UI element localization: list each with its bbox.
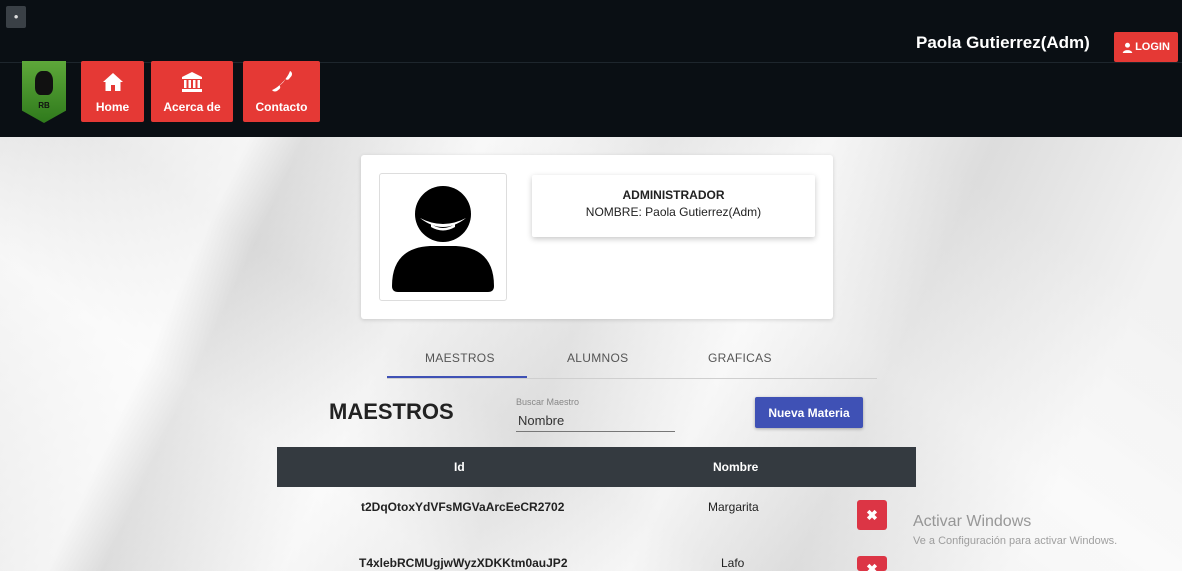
close-icon: ✖ <box>866 561 878 571</box>
profile-info-box: ADMINISTRADOR NOMBRE: Paola Gutierrez(Ad… <box>532 175 815 237</box>
tab-alumnos[interactable]: ALUMNOS <box>567 351 628 365</box>
nav-home-button[interactable]: Home <box>81 61 144 122</box>
phone-icon <box>271 71 292 92</box>
tab-bar: MAESTROS ALUMNOS GRAFICAS <box>387 348 877 379</box>
close-icon: ✖ <box>866 506 878 523</box>
section-title: MAESTROS <box>329 399 454 424</box>
nav-acerca-button[interactable]: Acerca de <box>151 61 233 122</box>
column-header-nombre: Nombre <box>713 460 759 474</box>
new-materia-button[interactable]: Nueva Materia <box>755 397 863 428</box>
profile-card: ADMINISTRADOR NOMBRE: Paola Gutierrez(Ad… <box>361 155 833 319</box>
row-id: t2DqOtoxYdVFsMGVaArcEeCR2702 <box>361 500 565 514</box>
avatar <box>379 173 507 301</box>
windows-activation-title: Activar Windows <box>913 513 1032 530</box>
login-label: LOGIN <box>1135 41 1170 53</box>
active-tab-indicator <box>387 376 527 378</box>
delete-button[interactable]: ✖ <box>857 500 887 530</box>
row-nombre: Lafo <box>721 556 745 570</box>
user-avatar-icon <box>392 186 494 292</box>
top-navbar: • Paola Gutierrez(Adm) LOGIN RB Home Ace… <box>0 0 1182 137</box>
app-corner-icon[interactable]: • <box>6 6 26 28</box>
search-label: Buscar Maestro <box>516 397 580 407</box>
profile-name: NOMBRE: Paola Gutierrez(Adm) <box>585 205 762 219</box>
login-button[interactable]: LOGIN <box>1114 32 1178 62</box>
logo-text: RB <box>38 101 50 110</box>
nav-contacto-button[interactable]: Contacto <box>243 61 320 122</box>
search-input[interactable] <box>516 410 675 432</box>
profile-role: ADMINISTRADOR <box>622 188 725 202</box>
logo-figure-icon <box>35 71 53 95</box>
delete-button[interactable]: ✖ <box>857 556 887 571</box>
column-header-id: Id <box>454 460 465 474</box>
row-id: T4xlebRCMUgjwWyzXDKKtm0auJP2 <box>359 556 568 570</box>
table-header: Id Nombre <box>277 447 916 487</box>
windows-activation-subtitle: Ve a Configuración para activar Windows. <box>913 535 1118 547</box>
nav-home-label: Home <box>95 100 130 114</box>
home-icon <box>102 73 123 91</box>
nav-acerca-label: Acerca de <box>163 100 221 114</box>
tab-maestros[interactable]: MAESTROS <box>425 351 495 365</box>
brand-logo[interactable]: RB <box>22 61 66 123</box>
user-name: Paola Gutierrez(Adm) <box>916 33 1090 52</box>
tab-graficas[interactable]: GRAFICAS <box>708 351 772 365</box>
row-nombre: Margarita <box>708 500 759 514</box>
bank-icon <box>182 72 202 92</box>
user-icon <box>1122 42 1133 53</box>
nav-contacto-label: Contacto <box>255 100 308 114</box>
